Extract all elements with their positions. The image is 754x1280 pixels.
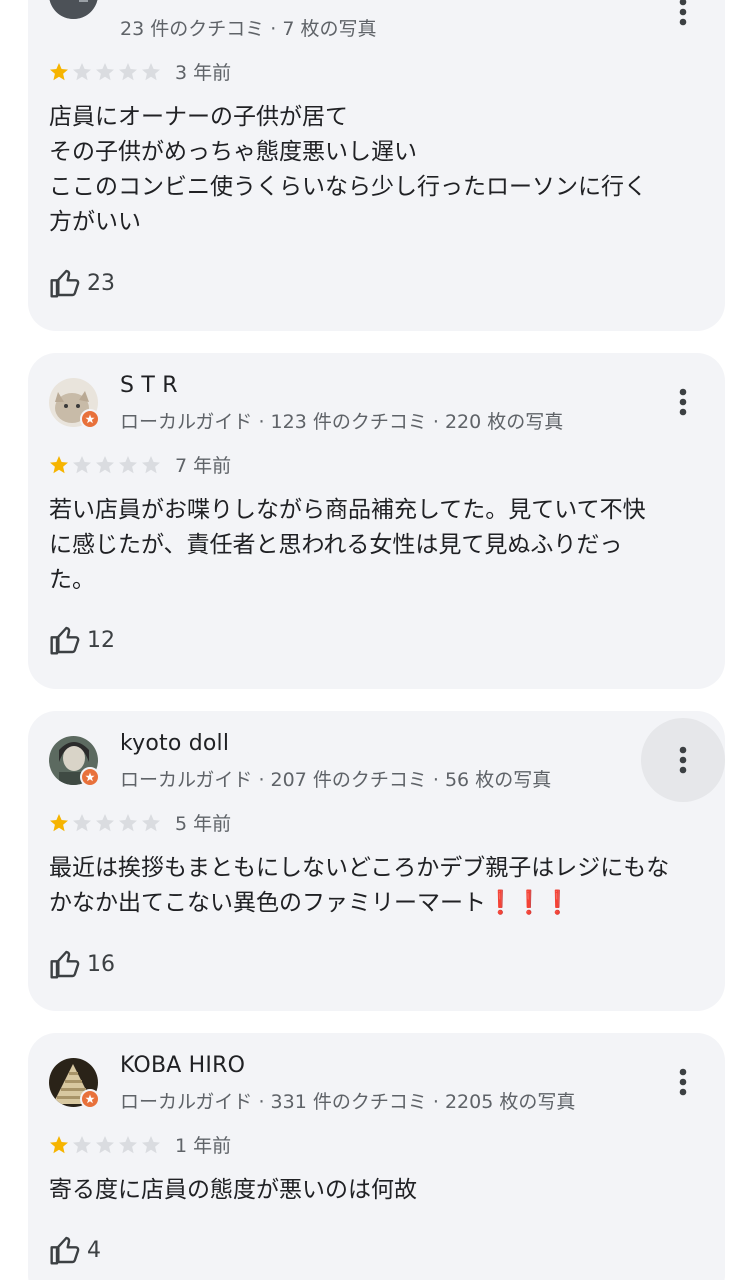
avatar[interactable] [49, 1058, 100, 1109]
like-button[interactable]: 16 [49, 947, 115, 981]
star-icon [50, 1135, 68, 1153]
star-icon [119, 1135, 137, 1153]
thumbs-up-icon [50, 950, 80, 979]
review-time: 7 年前 [175, 455, 232, 477]
review-text: 若い店員がお喋りしながら商品補充してた。見ていて不快 に感じたが、責任者と思われ… [49, 497, 646, 593]
rating-row: 1 年前 [49, 1131, 231, 1158]
star-rating [49, 455, 161, 475]
like-count: 4 [87, 1237, 101, 1263]
more-options-button[interactable] [655, 374, 711, 430]
rating-row: 3 年前 [49, 58, 231, 85]
more-vert-icon [679, 0, 687, 26]
local-guide-badge-icon [80, 1089, 100, 1109]
reviewer-name[interactable]: S T R [120, 373, 178, 398]
more-vert-icon [679, 746, 687, 774]
star-icon [73, 62, 91, 80]
avatar[interactable] [49, 736, 100, 787]
star-icon [119, 813, 137, 831]
star-icon [50, 62, 68, 80]
star-icon [96, 813, 114, 831]
like-count: 16 [87, 951, 115, 977]
star-icon [73, 1135, 91, 1153]
review-text: 店員にオーナーの子供が居て その子供がめっちゃ態度悪いし遅い ここのコンビニ使う… [49, 104, 647, 235]
review-time: 1 年前 [175, 1135, 232, 1157]
star-icon [96, 455, 114, 473]
star-icon [96, 1135, 114, 1153]
review-feed: 23 件のクチコミ · 7 枚の写真 3 年前 店員にオーナーの子供が居て その… [0, 0, 754, 1280]
star-icon [96, 62, 114, 80]
reviewer-meta: ローカルガイド · 331 件のクチコミ · 2205 枚の写真 [120, 1091, 576, 1113]
reviewer-name[interactable]: KOBA HIRO [120, 1053, 245, 1078]
more-options-button[interactable] [641, 718, 725, 802]
reviewer-meta: ローカルガイド · 123 件のクチコミ · 220 枚の写真 [120, 411, 564, 433]
like-button[interactable]: 12 [49, 623, 115, 657]
star-icon [119, 62, 137, 80]
review-time: 5 年前 [175, 813, 232, 835]
star-icon [142, 813, 160, 831]
reviewer-meta: 23 件のクチコミ · 7 枚の写真 [120, 18, 377, 40]
review-card: KOBA HIRO ローカルガイド · 331 件のクチコミ · 2205 枚の… [28, 1033, 725, 1280]
more-vert-icon [679, 388, 687, 416]
reviewer-meta: ローカルガイド · 207 件のクチコミ · 56 枚の写真 [120, 769, 552, 791]
local-guide-badge-icon [80, 767, 100, 787]
exclamation-emphasis: ❗❗❗ [486, 890, 572, 916]
rating-row: 7 年前 [49, 451, 231, 478]
avatar[interactable] [49, 0, 98, 19]
thumbs-up-icon [50, 1236, 80, 1265]
rating-row: 5 年前 [49, 809, 231, 836]
star-rating [49, 1135, 161, 1155]
star-icon [73, 455, 91, 473]
review-card: kyoto doll ローカルガイド · 207 件のクチコミ · 56 枚の写… [28, 711, 725, 1011]
reviewer-name[interactable]: kyoto doll [120, 731, 229, 756]
more-options-button[interactable] [655, 0, 711, 40]
star-icon [50, 813, 68, 831]
like-count: 23 [87, 270, 115, 296]
review-time: 3 年前 [175, 62, 232, 84]
review-text: 最近は挨拶もまともにしないどころかデブ親子はレジにもな かなか出てこない異色のフ… [49, 851, 699, 921]
more-vert-icon [679, 1068, 687, 1096]
star-icon [142, 62, 160, 80]
star-icon [142, 455, 160, 473]
review-card: 23 件のクチコミ · 7 枚の写真 3 年前 店員にオーナーの子供が居て その… [28, 0, 725, 331]
review-text: 寄る度に店員の態度が悪いのは何故 [49, 1177, 417, 1203]
review-card: S T R ローカルガイド · 123 件のクチコミ · 220 枚の写真 7 … [28, 353, 725, 689]
star-rating [49, 813, 161, 833]
avatar[interactable] [49, 378, 100, 429]
thumbs-up-icon [50, 269, 80, 298]
more-options-button[interactable] [655, 1054, 711, 1110]
like-button[interactable]: 23 [49, 266, 115, 300]
star-rating [49, 62, 161, 82]
review-text-content: 最近は挨拶もまともにしないどころかデブ親子はレジにもな かなか出てこない異色のフ… [49, 855, 670, 916]
local-guide-badge-icon [80, 409, 100, 429]
star-icon [73, 813, 91, 831]
star-icon [119, 455, 137, 473]
thumbs-up-icon [50, 626, 80, 655]
star-icon [50, 455, 68, 473]
star-icon [142, 1135, 160, 1153]
like-count: 12 [87, 627, 115, 653]
like-button[interactable]: 4 [49, 1233, 101, 1267]
